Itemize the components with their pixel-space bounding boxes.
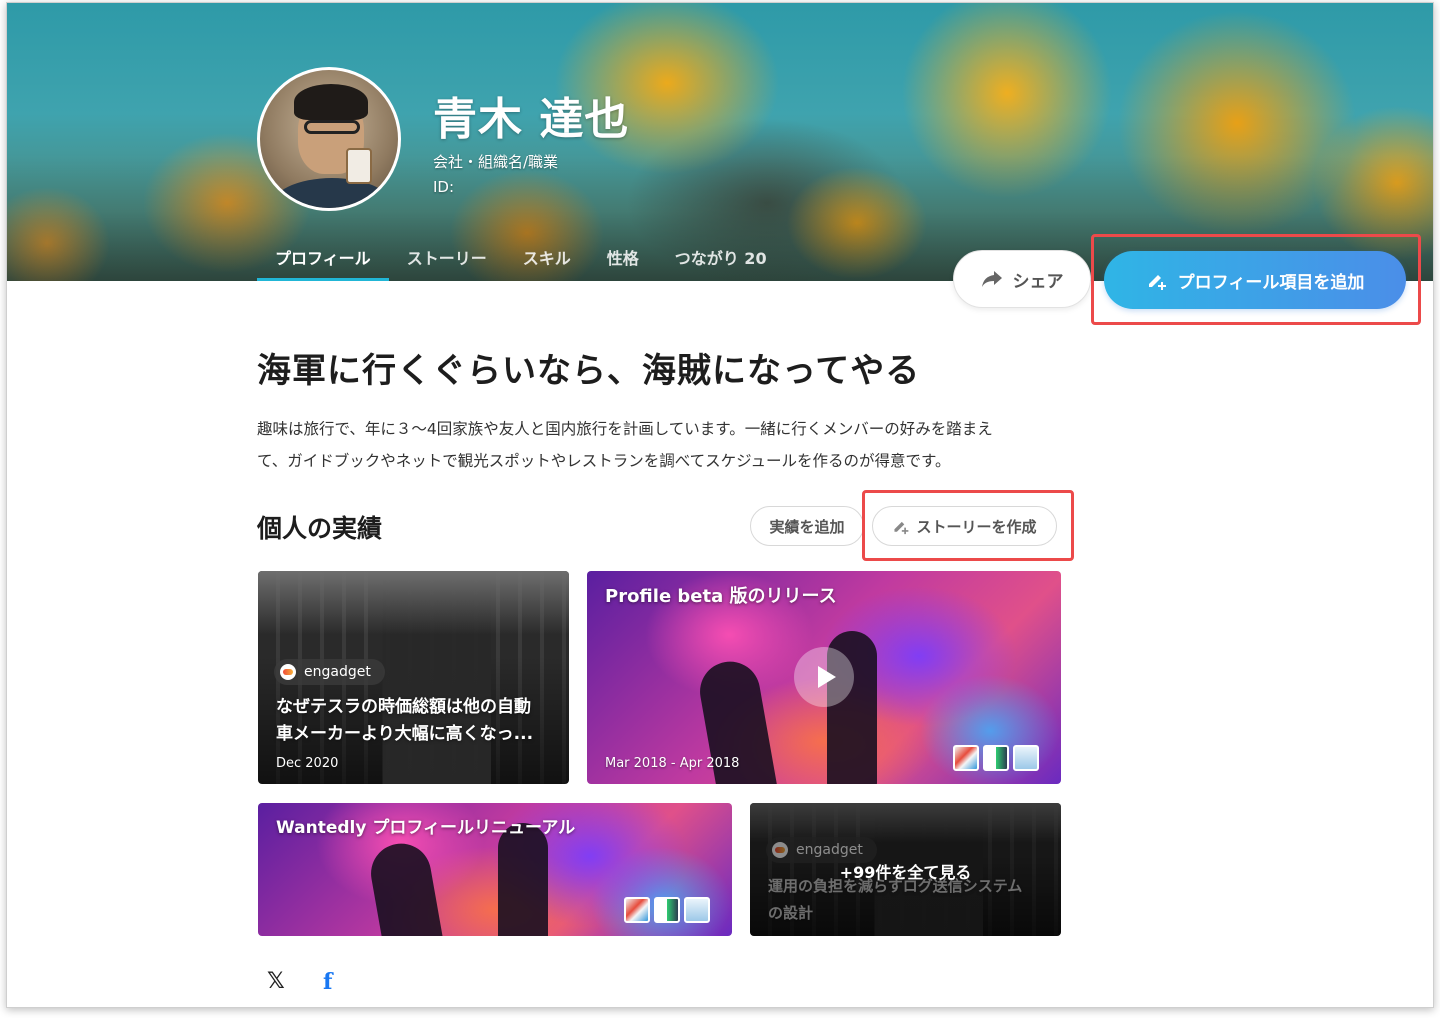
avatar[interactable] (257, 67, 401, 211)
play-icon[interactable] (794, 647, 854, 707)
add-achievement-button[interactable]: 実績を追加 (750, 506, 864, 546)
card-title: Profile beta 版のリリース (605, 586, 837, 607)
share-label: シェア (1012, 271, 1064, 292)
profile-page: 青木 達也 会社・組織名/職業 ID: プロフィール ストーリー スキル 性格 … (6, 2, 1434, 1008)
thumbnail-image (953, 745, 979, 771)
achievements-title: 個人の実績 (257, 514, 383, 543)
thumbnail-list (953, 745, 1039, 771)
bio-line: 趣味は旅行で、年に３〜4回家族や友人と国内旅行を計画しています。一緒に行くメンバ… (257, 420, 993, 438)
thumbnail-image (624, 897, 650, 923)
source-badge: engadget (274, 659, 385, 685)
see-all-achievements-card[interactable]: engadget 運用の負担を減らすログ送信システム の設計 +99件を全て見る (750, 803, 1061, 936)
thumbnail-image (684, 897, 710, 923)
thumbnail-image (654, 897, 680, 923)
share-arrow-icon (981, 271, 1002, 287)
profile-bio: 趣味は旅行で、年に３〜4回家族や友人と国内旅行を計画しています。一緒に行くメンバ… (257, 413, 1077, 477)
share-button[interactable]: シェア (953, 250, 1091, 308)
achievement-card[interactable]: Wantedly プロフィールリニューアル (258, 803, 732, 936)
profile-headline: 海軍に行くぐらいなら、海賊になってやる (257, 351, 921, 391)
tab-connections[interactable]: つながり 20 (657, 241, 785, 281)
tab-profile[interactable]: プロフィール (257, 241, 389, 281)
x-share-icon[interactable]: 𝕏 (267, 969, 285, 994)
achievement-card[interactable]: engadget なぜテスラの時価総額は他の自動 車メーカーより大幅に高くなっ.… (258, 571, 569, 784)
tab-personality[interactable]: 性格 (589, 241, 657, 281)
thumbnail-image (1013, 745, 1039, 771)
profile-name: 青木 達也 (433, 94, 630, 145)
tab-story[interactable]: ストーリー (389, 241, 505, 281)
profile-company: 会社・組織名/職業 (433, 153, 559, 171)
card-title: なぜテスラの時価総額は他の自動 車メーカーより大幅に高くなっ... (276, 697, 534, 744)
card-date: Mar 2018 - Apr 2018 (605, 756, 740, 771)
facebook-share-icon[interactable]: f (323, 969, 332, 995)
card-title: Wantedly プロフィールリニューアル (276, 818, 576, 838)
tab-skill[interactable]: スキル (505, 241, 589, 281)
achievement-card[interactable]: Profile beta 版のリリース Mar 2018 - Apr 2018 (587, 571, 1061, 784)
engadget-logo-icon (280, 664, 296, 680)
profile-tabs: プロフィール ストーリー スキル 性格 つながり 20 (257, 241, 785, 281)
thumbnail-list (624, 897, 710, 923)
thumbnail-image (983, 745, 1009, 771)
highlight-frame-create-story (862, 490, 1074, 561)
highlight-frame-add-profile (1091, 234, 1421, 325)
bio-line: て、ガイドブックやネットで観光スポットやレストランを調べてスケジュールを作るのが… (257, 452, 951, 470)
see-all-label: +99件を全て見る (839, 863, 972, 882)
profile-id: ID: (433, 178, 455, 196)
card-date: Dec 2020 (276, 756, 339, 771)
